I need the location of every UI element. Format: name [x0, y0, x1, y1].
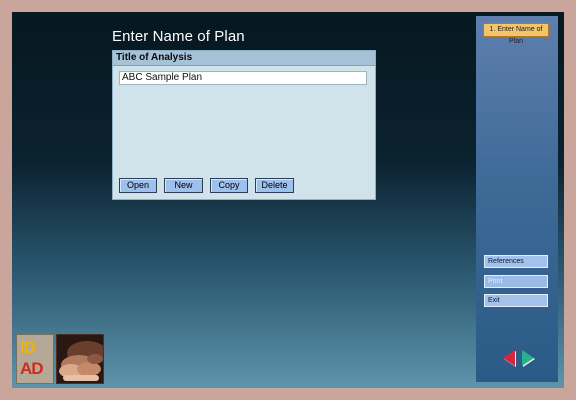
previous-arrow-icon[interactable] — [503, 350, 515, 366]
open-button[interactable]: Open — [119, 178, 157, 193]
main-area: Enter Name of Plan Title of Analysis ABC… — [12, 12, 564, 388]
next-arrow-icon[interactable] — [522, 350, 534, 366]
logo-line-1: ID — [20, 338, 36, 357]
panel-header: Title of Analysis — [113, 51, 375, 66]
app-frame: Enter Name of Plan Title of Analysis ABC… — [0, 0, 576, 400]
hands-photo — [56, 334, 104, 384]
hands-photo-image — [57, 335, 103, 383]
page-title: Enter Name of Plan — [112, 28, 245, 45]
new-button[interactable]: New — [164, 178, 203, 193]
plan-name-field[interactable]: ABC Sample Plan — [119, 71, 367, 85]
sidebar: 1. Enter Name of Plan References Print E… — [476, 16, 558, 382]
exit-button[interactable]: Exit — [484, 294, 548, 307]
logo-line-2: AD — [20, 359, 44, 378]
copy-button[interactable]: Copy — [210, 178, 248, 193]
idad-logo: ID AD — [16, 334, 54, 384]
step-badge[interactable]: 1. Enter Name of Plan — [483, 23, 549, 45]
delete-button[interactable]: Delete — [255, 178, 294, 193]
references-button[interactable]: References — [484, 255, 548, 268]
analysis-panel: Title of Analysis ABC Sample Plan Open N… — [112, 50, 376, 200]
print-button[interactable]: Print — [484, 275, 548, 288]
